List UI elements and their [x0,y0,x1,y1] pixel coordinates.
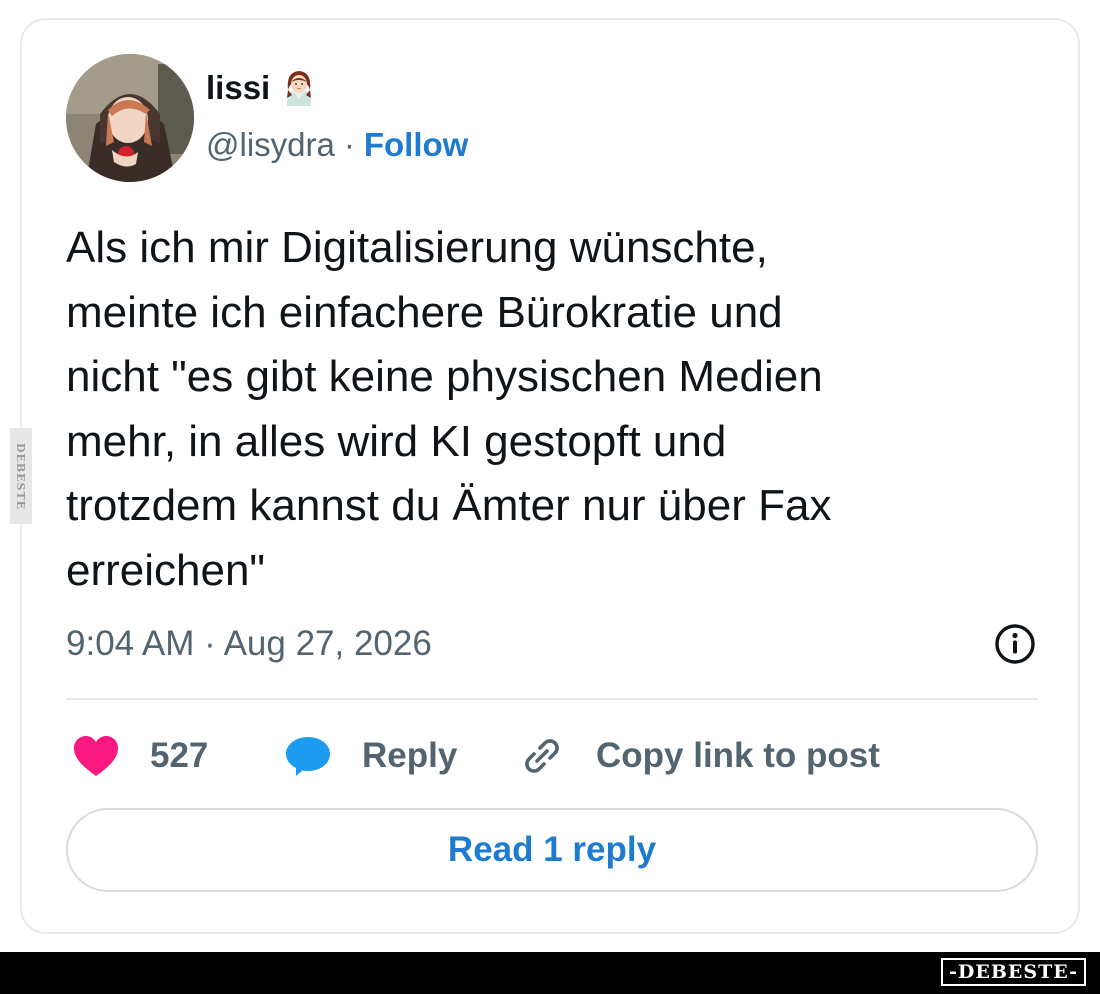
copy-link-label: Copy link to post [596,736,880,775]
divider [66,698,1038,700]
bottom-banner: -DEBESTE- [0,952,1100,994]
user-handle[interactable]: @lisydra [206,126,335,164]
action-bar: 527 Reply Copy link to post [72,728,1032,784]
reply-label: Reply [362,736,458,775]
heart-icon [72,734,120,778]
info-icon[interactable] [994,623,1036,665]
tweet-text: Als ich mir Digitalisierung wünschte, me… [66,223,832,595]
like-count: 527 [150,736,209,775]
side-watermark-text: DEBESTE [14,442,28,510]
tweet-card: lissi @lisydra · Follow Als ich mir Digi… [20,18,1080,934]
separator-dot: · [343,126,355,163]
follow-button[interactable]: Follow [364,126,468,164]
link-icon [518,734,566,778]
reply-button[interactable]: Reply [284,728,457,784]
read-replies-button[interactable]: Read 1 reply [66,808,1038,892]
woman-emoji-icon [282,68,316,108]
like-button[interactable]: 527 [72,728,208,784]
avatar[interactable] [66,54,194,182]
side-watermark: DEBESTE [10,428,32,524]
avatar-image [66,54,194,182]
display-name[interactable]: lissi [206,69,270,107]
copy-link-button[interactable]: Copy link to post [518,728,880,784]
reply-bubble-icon [284,734,332,778]
tweet-timestamp[interactable]: 9:04 AM · Aug 27, 2026 [66,624,432,664]
site-logo: -DEBESTE- [941,958,1086,986]
